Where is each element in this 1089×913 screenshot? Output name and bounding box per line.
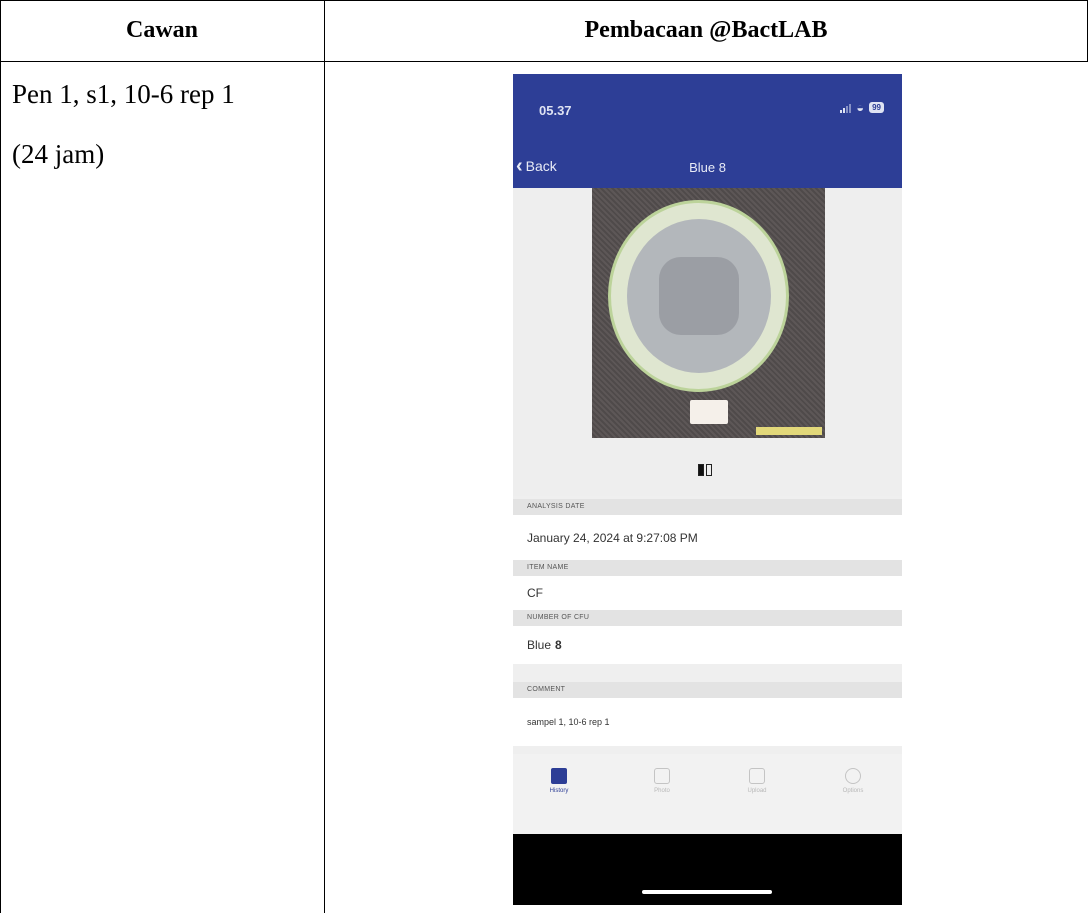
nav-title: Blue 8 [689, 160, 726, 175]
phone-screenshot: 05.37 ◒ 99 ‹ Back Blue 8 ANALYSIS DATE J… [513, 74, 902, 905]
scale-bar [756, 427, 822, 435]
colony-area [659, 257, 739, 335]
tab-options-label: Options [842, 788, 864, 794]
item-name-value: CF [513, 576, 902, 610]
cfu-value: Blue 8 [513, 626, 902, 664]
agar-surface [627, 219, 771, 373]
tab-photo-label: Photo [654, 788, 670, 794]
gear-icon [845, 768, 861, 784]
analysis-date-value: January 24, 2024 at 9:27:08 PM [513, 515, 902, 560]
table-right-border [1087, 0, 1088, 62]
table-left-border [0, 0, 1, 913]
camera-icon [654, 768, 670, 784]
item-name-label: ITEM NAME [513, 560, 902, 576]
cfu-color: Blue [527, 638, 552, 652]
home-indicator[interactable] [642, 890, 772, 894]
history-icon [551, 768, 567, 784]
cell-cawan-line2: (24 jam) [12, 139, 105, 169]
cfu-count: 8 [555, 638, 562, 652]
header-cawan: Cawan [125, 16, 198, 43]
cell-cawan-line1: Pen 1, s1, 10-6 rep 1 [12, 79, 235, 109]
header-pembacaan: Pembacaan @BactLAB [584, 16, 828, 43]
column-divider [324, 0, 325, 913]
tab-bar: History Photo Upload Options [513, 754, 902, 834]
petri-dish-photo[interactable] [592, 188, 825, 438]
sample-label [690, 400, 728, 424]
comment-label: COMMENT [513, 682, 902, 698]
tab-history[interactable]: History [534, 768, 584, 794]
tab-history-label: History [549, 788, 569, 794]
tab-options[interactable]: Options [828, 768, 878, 794]
petri-dish [608, 200, 789, 392]
comment-value: sampel 1, 10-6 rep 1 [513, 698, 902, 746]
status-time: 05.37 [539, 103, 572, 118]
status-icons: ◒ 99 [840, 99, 884, 115]
cell-cawan: Pen 1, s1, 10-6 rep 1 (24 jam) [12, 64, 235, 184]
header-bottom-border [0, 61, 1088, 62]
battery-icon: 99 [869, 102, 884, 113]
page-indicator[interactable] [698, 464, 712, 476]
tab-upload[interactable]: Upload [732, 768, 782, 794]
upload-icon [749, 768, 765, 784]
page-dot-active [698, 464, 704, 476]
cfu-label: NUMBER OF CFU [513, 610, 902, 626]
analysis-date-label: ANALYSIS DATE [513, 499, 902, 515]
page-dot [706, 464, 712, 476]
home-bar-area [513, 834, 902, 905]
tab-upload-label: Upload [747, 788, 767, 794]
tab-photo[interactable]: Photo [637, 768, 687, 794]
signal-icon [840, 103, 852, 113]
wifi-icon: ◒ [856, 99, 865, 115]
